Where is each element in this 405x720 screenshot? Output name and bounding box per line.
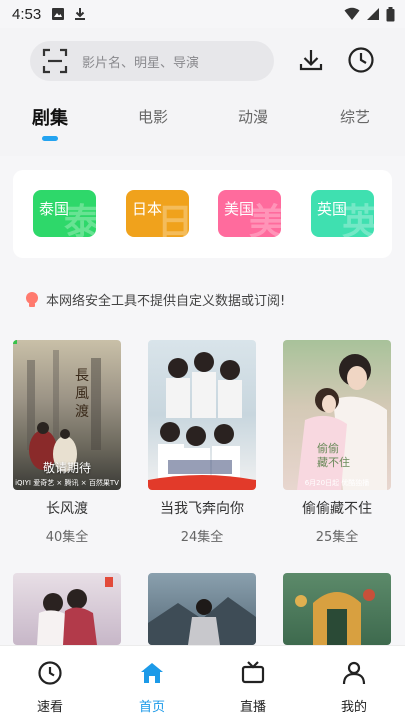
category-label: 泰国 xyxy=(39,200,70,218)
home-icon xyxy=(141,663,163,683)
show-title[interactable]: 当我飞奔向你 xyxy=(148,498,256,518)
category-usa-button[interactable]: 美国 美 xyxy=(218,190,281,237)
show-card[interactable]: 偷偷 藏不住 6月20日起 优酷独播 偷偷藏不住 25集全 xyxy=(283,340,391,545)
show-grid-row-2 xyxy=(0,573,405,645)
svg-text:偷偷: 偷偷 xyxy=(317,441,339,455)
download-icon xyxy=(299,50,323,71)
download-notification-icon xyxy=(75,8,86,20)
nav-label: 我的 xyxy=(340,700,367,715)
tab-anime[interactable]: 动漫 xyxy=(238,106,268,127)
show-card[interactable]: 長 風 渡 敬请期待 iQIYI 爱奇艺 × 腾讯 × 百然果TV 长风渡 40… xyxy=(13,340,121,545)
search-bar[interactable]: 影片名、明星、导演 xyxy=(30,41,274,81)
poster-art xyxy=(148,597,256,645)
show-poster[interactable] xyxy=(148,340,256,490)
history-button[interactable] xyxy=(346,45,376,75)
nav-label: 直播 xyxy=(239,700,266,715)
category-japan-button[interactable]: 日本 日 xyxy=(126,190,189,237)
nav-label: 速看 xyxy=(36,700,63,715)
tab-indicator xyxy=(42,136,58,141)
disclaimer-text: 本网络安全工具不提供自定义数据或订阅! xyxy=(46,294,286,309)
tab-series[interactable]: 剧集 xyxy=(32,104,68,130)
scan-icon[interactable] xyxy=(42,48,68,74)
signal-icon xyxy=(367,8,379,20)
category-thailand-button[interactable]: 泰国 泰 xyxy=(33,190,96,237)
show-poster[interactable] xyxy=(13,573,121,645)
nav-item-quick-watch[interactable]: 速看 xyxy=(20,660,80,715)
bottom-nav: 速看 首页 直播 我的 xyxy=(0,645,405,720)
nav-item-mine[interactable]: 我的 xyxy=(324,660,384,715)
tab-variety[interactable]: 综艺 xyxy=(340,106,370,127)
lightbulb-icon xyxy=(26,291,38,307)
nav-item-live[interactable]: 直播 xyxy=(223,660,283,715)
clock-icon xyxy=(38,661,62,685)
show-title[interactable]: 偷偷藏不住 xyxy=(283,498,391,518)
status-bar: 4:53 xyxy=(0,0,405,28)
category-uk-button[interactable]: 英国 英 xyxy=(311,190,374,237)
svg-text:藏不住: 藏不住 xyxy=(317,455,350,469)
svg-text:風: 風 xyxy=(75,386,89,402)
show-poster[interactable] xyxy=(148,573,256,645)
category-label: 英国 xyxy=(317,200,348,218)
poster-art xyxy=(148,352,256,490)
poster-tagline: 敬请期待 xyxy=(42,461,91,475)
show-card[interactable]: 当我飞奔向你 24集全 xyxy=(148,340,256,545)
clock-icon xyxy=(348,47,374,73)
image-notification-icon xyxy=(52,8,65,20)
show-poster[interactable]: 長 風 渡 敬请期待 iQIYI 爱奇艺 × 腾讯 × 百然果TV xyxy=(13,340,121,490)
poster-platform: iQIYI 爱奇艺 × 腾讯 × 百然果TV xyxy=(15,479,119,487)
nav-item-home[interactable]: 首页 xyxy=(122,660,182,715)
disclaimer-notice: 本网络安全工具不提供自定义数据或订阅! xyxy=(24,290,285,309)
header: 影片名、明星、导演 剧集 电影 动漫 综艺 xyxy=(0,28,405,156)
region-category-card: 泰国 泰 日本 日 美国 美 英国 英 xyxy=(13,170,392,258)
poster-platform: 6月20日起 优酷独播 xyxy=(304,479,370,487)
poster-art xyxy=(295,589,375,645)
search-input[interactable]: 影片名、明星、导演 xyxy=(82,52,199,71)
show-poster[interactable]: 偷偷 藏不住 6月20日起 优酷独播 xyxy=(283,340,391,490)
svg-text:長: 長 xyxy=(75,368,89,384)
show-episodes: 25集全 xyxy=(315,530,359,545)
poster-art: 偷偷 藏不住 xyxy=(297,354,387,490)
person-icon xyxy=(342,661,366,685)
category-tabs: 剧集 电影 动漫 综艺 xyxy=(0,100,405,141)
category-label: 日本 xyxy=(132,200,163,218)
svg-text:渡: 渡 xyxy=(75,404,89,420)
download-button[interactable] xyxy=(296,45,326,75)
tab-movies[interactable]: 电影 xyxy=(138,106,168,127)
category-label: 美国 xyxy=(224,200,255,218)
battery-icon xyxy=(386,6,395,21)
show-episodes: 24集全 xyxy=(180,530,224,545)
tv-icon xyxy=(241,661,265,684)
show-episodes: 40集全 xyxy=(45,530,89,545)
show-poster[interactable] xyxy=(283,573,391,645)
show-title[interactable]: 长风渡 xyxy=(13,498,121,518)
nav-label: 首页 xyxy=(138,700,165,715)
poster-art xyxy=(37,577,113,645)
wifi-icon xyxy=(344,7,360,20)
status-time: 4:53 xyxy=(12,5,42,23)
